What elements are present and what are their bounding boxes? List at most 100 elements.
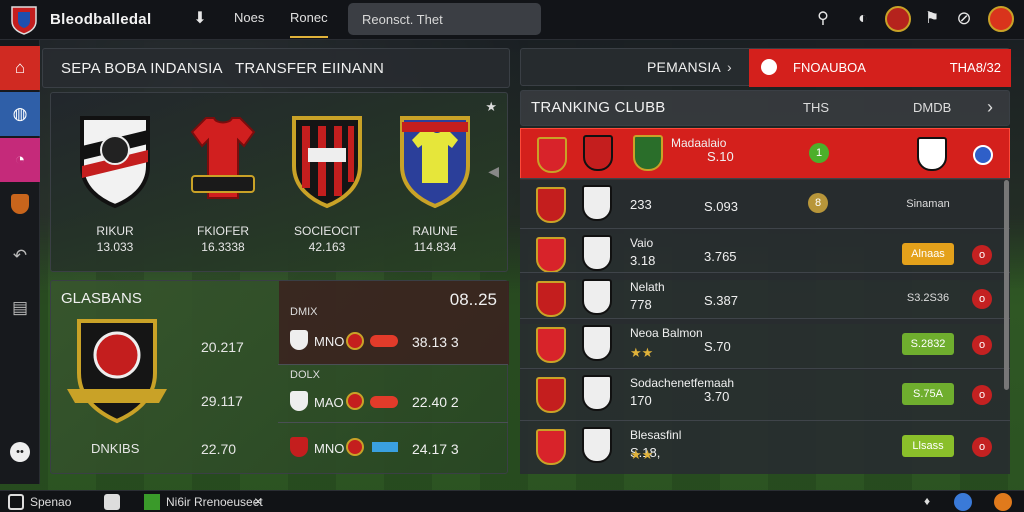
- club-crest-icon: [583, 135, 613, 171]
- jersey-icon: [190, 117, 256, 199]
- transfer-card[interactable]: FKIOFER 16.3338: [178, 110, 268, 254]
- chevron-right-icon[interactable]: ›: [727, 59, 732, 75]
- download-icon[interactable]: ⬇: [190, 9, 210, 29]
- info-icon[interactable]: o: [972, 385, 992, 405]
- club-crest-icon: [536, 237, 566, 273]
- boot-icon: [370, 335, 398, 347]
- rating-stars: ★★: [630, 345, 654, 360]
- card-name: FKIOFER: [196, 224, 249, 238]
- info-icon[interactable]: o: [972, 335, 992, 355]
- club-crest-icon: [400, 116, 470, 209]
- card-name: RAIUNE: [412, 224, 458, 238]
- card-name: SOCIEOCIT: [293, 224, 360, 238]
- app-logo-icon[interactable]: [8, 4, 40, 36]
- sound-icon[interactable]: ♦: [924, 494, 930, 508]
- match-row[interactable]: MNO 24.17 3: [278, 422, 508, 472]
- club-crest-icon: [582, 375, 612, 411]
- card-value: 114.834: [413, 240, 457, 254]
- club-stat-b: 3.70: [704, 389, 730, 404]
- chevron-right-icon[interactable]: ›: [987, 97, 993, 118]
- rank-badge: 1: [809, 143, 829, 163]
- home-icon[interactable]: ⌂: [0, 46, 40, 90]
- card-name: RIKUR: [96, 224, 134, 238]
- info-icon[interactable]: o: [972, 437, 992, 457]
- globe-icon[interactable]: ◍: [0, 92, 40, 136]
- club-name: Madaalaio: [671, 136, 727, 150]
- club-name: Nelath: [630, 280, 665, 294]
- globe-icon[interactable]: [973, 145, 993, 165]
- status-chip: Alnaas: [902, 243, 954, 265]
- match-label: MNO: [314, 441, 345, 456]
- club-crest-icon[interactable]: [885, 6, 911, 32]
- match-value: 24.17 3: [412, 441, 459, 457]
- club-crest-icon: [917, 137, 947, 171]
- profile-icon[interactable]: [994, 493, 1012, 511]
- stats-title: GLASBANS: [61, 290, 142, 307]
- club-crest-icon: [582, 325, 612, 361]
- match-value: 22.40 2: [412, 394, 459, 410]
- inbox-icon[interactable]: ▤: [0, 286, 40, 330]
- scroll-left-icon[interactable]: ◀: [488, 163, 499, 180]
- match-tag: DOLX: [290, 369, 320, 381]
- tab-title: FNOAUBOA: [793, 60, 866, 75]
- notification-icon[interactable]: ⚑: [921, 9, 943, 29]
- club-stat-b: S.70: [704, 339, 731, 354]
- col-header[interactable]: THS: [803, 100, 829, 115]
- transfer-card[interactable]: RAIUNE 114.834: [390, 110, 480, 254]
- close-icon[interactable]: ×: [254, 493, 262, 509]
- stats-value: 22.70: [201, 441, 237, 457]
- profile-crest-icon[interactable]: [988, 6, 1014, 32]
- info-icon[interactable]: o: [972, 289, 992, 309]
- bottom-label[interactable]: Spenao: [30, 495, 71, 509]
- match-tag: DMIX: [290, 306, 318, 318]
- back-icon[interactable]: ↶: [0, 234, 40, 278]
- stats-value: 20.217: [201, 339, 244, 355]
- ranking-header: TRANKING CLUBB THS DMDB ›: [520, 90, 1010, 126]
- location-icon[interactable]: [104, 494, 120, 510]
- ranking-row[interactable]: Blesasfinl S.18, ★★ Llsass o: [520, 420, 1010, 474]
- stats-icon[interactable]: ◔: [0, 138, 40, 182]
- club-badge-icon[interactable]: [0, 182, 40, 226]
- club-stat-b: S.10: [707, 149, 734, 164]
- help-icon[interactable]: ⊘: [953, 8, 975, 28]
- card-value: 42.163: [308, 240, 346, 254]
- scrollbar[interactable]: [1004, 180, 1009, 390]
- status-chip: Llsass: [902, 435, 954, 457]
- badge-icon: [346, 438, 364, 456]
- chat-icon[interactable]: ••: [0, 430, 40, 474]
- match-row[interactable]: DOLX MAO 22.40 2: [278, 364, 508, 414]
- settings-icon[interactable]: [954, 493, 972, 511]
- transfer-header-panel: SEPA BOBA INDANSIA TRANSFER EIINANN: [42, 48, 510, 88]
- team-crest-icon: [290, 330, 308, 350]
- ranking-row[interactable]: Neoa Balmon ★★ S.70 S.2832 o: [520, 318, 1010, 370]
- stats-value: 29.117: [201, 393, 243, 409]
- match-row[interactable]: DMIX MNO 38.13 3: [278, 302, 508, 352]
- news-icon: [144, 494, 160, 510]
- menu-icon[interactable]: [8, 494, 24, 510]
- tab-news[interactable]: Noes: [234, 10, 264, 25]
- club-stat-a: 3.18: [630, 253, 656, 268]
- favorite-star-icon[interactable]: ★: [485, 99, 497, 115]
- tab-record[interactable]: Ronec: [290, 10, 328, 38]
- transfer-card[interactable]: SOCIEOCIT 42.163: [282, 110, 372, 254]
- transfer-title[interactable]: TRANSFER EIINANN: [235, 60, 384, 77]
- search-input[interactable]: Reonsct. Thet: [348, 3, 541, 35]
- league-title[interactable]: SEPA BOBA INDANSIA: [61, 60, 223, 77]
- club-crest-icon: [80, 116, 150, 209]
- shield-toggle-icon[interactable]: ◐: [852, 9, 874, 29]
- search-icon[interactable]: ⚲: [812, 9, 834, 29]
- right-tabs: PEMANSIA › FNOAUBOA THA8/32: [520, 48, 1011, 87]
- transfer-card[interactable]: RIKUR 13.033: [70, 110, 160, 254]
- info-icon[interactable]: o: [972, 245, 992, 265]
- tab-pemansia[interactable]: PEMANSIA: [647, 59, 721, 75]
- col-header[interactable]: DMDB: [913, 100, 951, 115]
- ranking-row[interactable]: Madaalaio S.10 1: [520, 128, 1010, 180]
- ranking-row[interactable]: 233 S.093 8 Sinaman: [520, 178, 1010, 230]
- club-crest-icon: [582, 279, 612, 315]
- news-label[interactable]: Ni6ir Rrenoeuseet: [166, 495, 263, 509]
- ranking-row[interactable]: Nelath 778 S.387 S3.2S36 o: [520, 272, 1010, 324]
- status-chip: S3.2S36: [906, 292, 950, 304]
- tab-value: THA8/32: [949, 60, 1001, 75]
- active-tab[interactable]: FNOAUBOA THA8/32: [749, 49, 1011, 87]
- ranking-row[interactable]: Sodachenetfemaah 170 3.70 S.75A o: [520, 368, 1010, 420]
